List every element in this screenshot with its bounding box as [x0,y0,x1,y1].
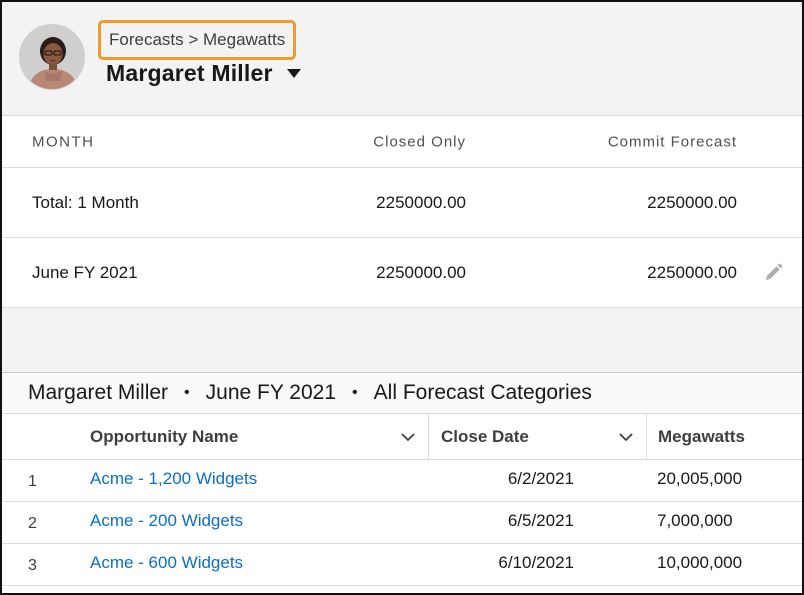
forecast-row-june[interactable]: June FY 2021 2250000.00 2250000.00 [2,238,802,308]
row-number: 3 [28,557,37,574]
opportunity-link[interactable]: Acme - 1,200 Widgets [90,469,257,489]
detail-title: Margaret Miller • June FY 2021 • All For… [2,372,802,414]
megawatts-value: 20,005,000 [657,469,743,488]
separator-dot: • [352,384,358,401]
table-row: 3 Acme - 600 Widgets 6/10/2021 10,000,00… [2,544,802,586]
column-header-commit-forecast: Commit Forecast [607,133,737,150]
close-date: 6/5/2021 [507,511,574,530]
column-header-closed-only: Closed Only [373,133,466,150]
avatar-image [20,25,84,89]
pencil-icon[interactable] [762,262,784,284]
table-row: 2 Acme - 200 Widgets 6/5/2021 7,000,000 [2,502,802,544]
chevron-down-icon[interactable] [618,429,634,445]
column-header-month: MONTH [32,133,95,150]
opportunity-table-header: Opportunity Name Close Date Megawatts [2,414,802,460]
detail-period: June FY 2021 [205,381,337,404]
section-divider [2,308,802,372]
column-label: Close Date [441,427,529,446]
column-label: Megawatts [658,427,745,446]
chevron-down-icon[interactable] [400,429,416,445]
close-date: 6/2/2021 [507,469,574,488]
avatar[interactable] [19,24,85,90]
table-row: 1 Acme - 1,200 Widgets 6/2/2021 20,005,0… [2,460,802,502]
close-date: 6/10/2021 [498,553,574,572]
row-month: Total: 1 Month [32,192,139,212]
forecast-window: Forecasts > Megawatts Margaret Miller MO… [0,0,804,595]
separator-dot: • [184,384,190,401]
column-header-opportunity-name[interactable]: Opportunity Name [90,414,428,460]
opportunity-link[interactable]: Acme - 600 Widgets [90,553,243,573]
column-header-close-date[interactable]: Close Date [428,414,646,460]
forecast-table-header: MONTH Closed Only Commit Forecast [2,116,802,168]
row-commit-value[interactable]: 2250000.00 [647,263,737,283]
forecast-header: Forecasts > Megawatts Margaret Miller [2,2,802,116]
row-commit-value: 2250000.00 [647,192,737,212]
row-closed-value: 2250000.00 [376,192,466,212]
opportunity-link[interactable]: Acme - 200 Widgets [90,511,243,531]
breadcrumb[interactable]: Forecasts > Megawatts [98,20,297,60]
opportunity-table: Opportunity Name Close Date Megawatts 1 … [2,414,802,586]
row-closed-value[interactable]: 2250000.00 [376,263,466,283]
row-month: June FY 2021 [32,262,138,282]
row-number: 1 [28,473,37,490]
megawatts-value: 7,000,000 [657,511,733,530]
detail-owner: Margaret Miller [28,381,169,404]
forecast-table: MONTH Closed Only Commit Forecast Total:… [2,116,802,308]
detail-category: All Forecast Categories [373,381,592,404]
column-header-megawatts[interactable]: Megawatts [646,414,802,460]
megawatts-value: 10,000,000 [657,553,743,572]
person-selector[interactable]: Margaret Miller [106,60,301,87]
column-label: Opportunity Name [90,427,239,446]
dropdown-caret-icon[interactable] [286,69,301,78]
forecast-row-total: Total: 1 Month 2250000.00 2250000.00 [2,168,802,238]
row-number: 2 [28,515,37,532]
person-name: Margaret Miller [106,60,273,86]
